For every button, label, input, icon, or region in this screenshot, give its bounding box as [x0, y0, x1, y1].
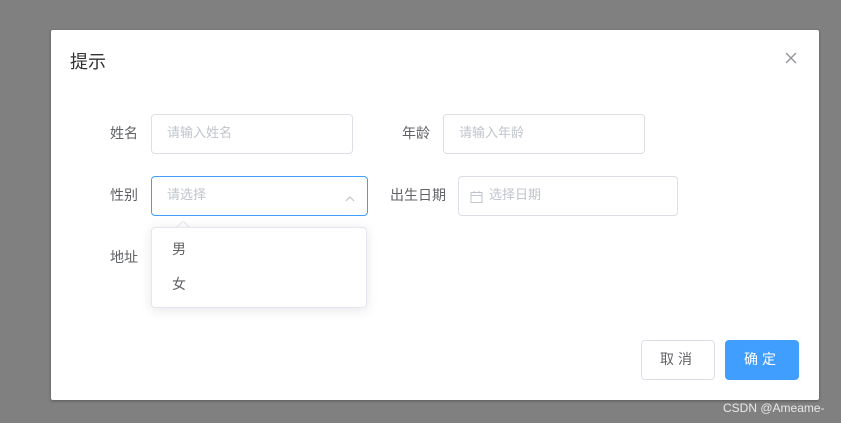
age-label: 年龄 [402, 126, 430, 142]
name-label: 姓名 [110, 126, 138, 142]
gender-select[interactable]: 请选择 [151, 176, 368, 216]
birthdate-placeholder: 选择日期 [489, 188, 542, 203]
dropdown-option-male[interactable]: 男 [172, 241, 186, 259]
cancel-button[interactable]: 取消 [641, 340, 715, 380]
confirm-button[interactable]: 确定 [725, 340, 799, 380]
calendar-icon [470, 189, 483, 203]
name-placeholder: 请输入姓名 [167, 126, 233, 141]
address-label: 地址 [110, 250, 138, 266]
gender-dropdown: 男 女 [151, 227, 367, 308]
close-icon[interactable] [782, 49, 800, 67]
chevron-up-icon [344, 190, 356, 202]
gender-label: 性别 [110, 188, 138, 204]
dialog-title: 提示 [70, 52, 106, 73]
name-input[interactable]: 请输入姓名 [151, 114, 353, 154]
birthdate-picker[interactable]: 选择日期 [458, 176, 678, 216]
birthdate-label: 出生日期 [390, 188, 446, 204]
watermark: CSDN @Ameame- [723, 401, 825, 415]
gender-placeholder: 请选择 [167, 188, 207, 203]
dropdown-option-female[interactable]: 女 [172, 276, 186, 294]
dialog: 提示 姓名 请输入姓名 年龄 请输入年龄 性别 请选择 出生日期 选择日期 地址… [51, 30, 819, 400]
age-input[interactable]: 请输入年龄 [443, 114, 645, 154]
age-placeholder: 请输入年龄 [459, 126, 525, 141]
